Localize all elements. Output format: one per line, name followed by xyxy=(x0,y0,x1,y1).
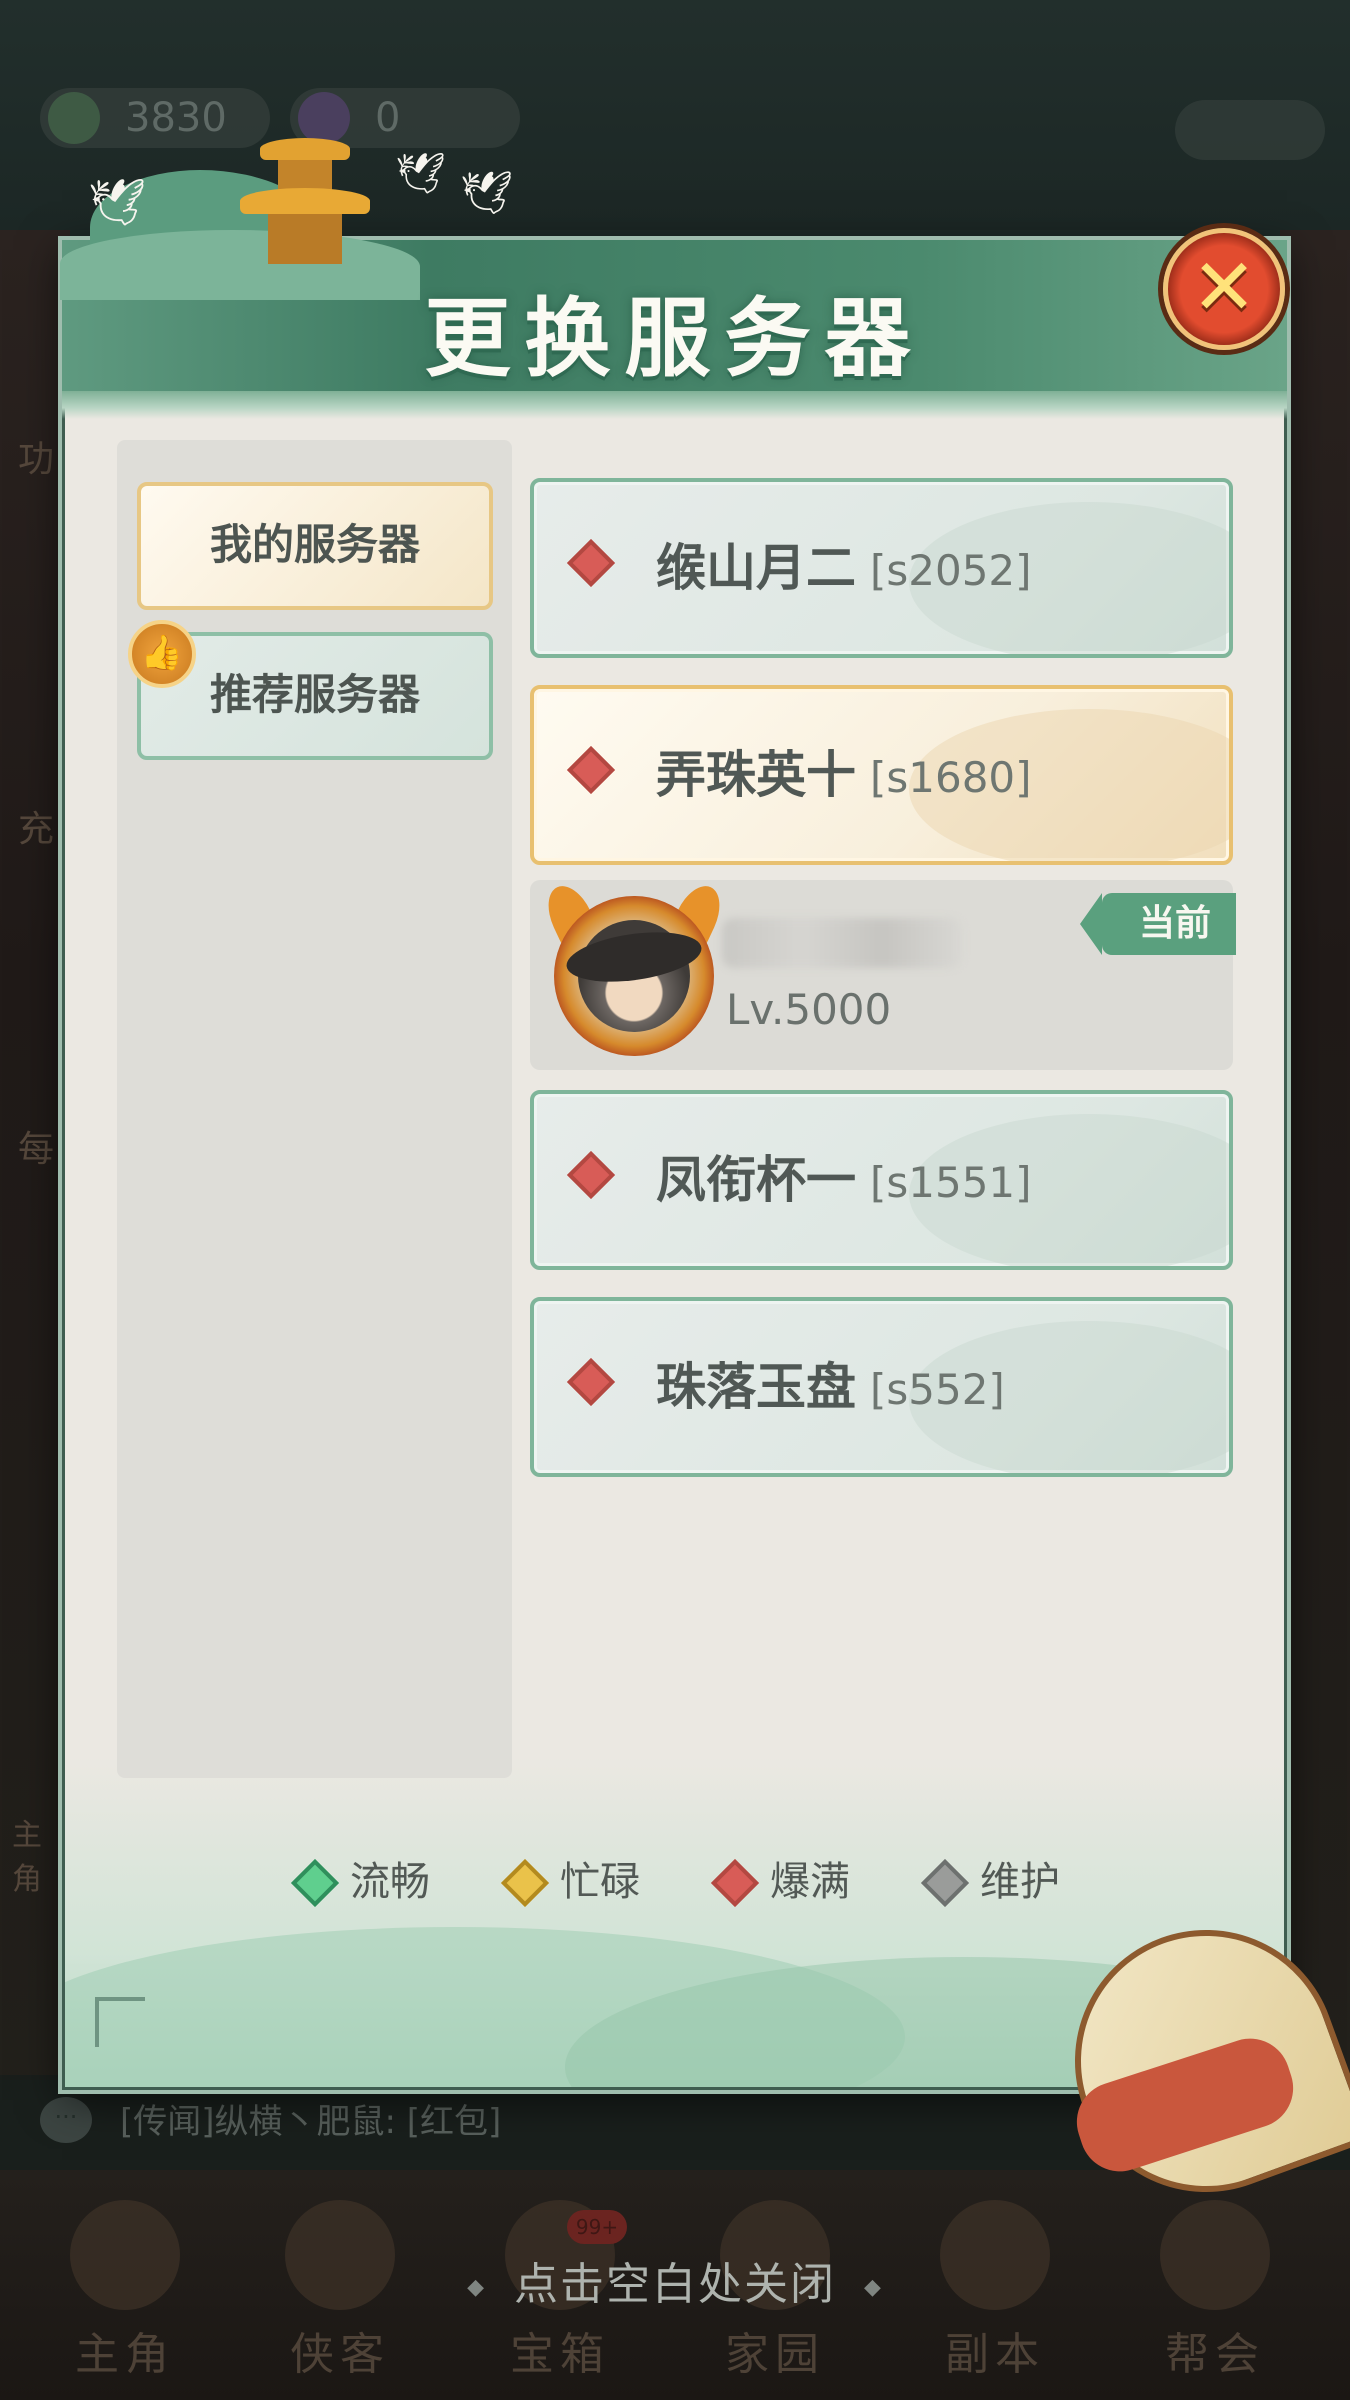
server-item[interactable]: 珠落玉盘 [s552] xyxy=(530,1297,1233,1477)
folding-fan-icon xyxy=(1038,1893,1350,2229)
server-code: [s1551] xyxy=(870,1158,1032,1207)
status-full-icon xyxy=(566,538,616,588)
background-right-sidebar xyxy=(1280,230,1350,2080)
status-full-icon xyxy=(566,745,616,795)
diamond-dot-icon: ◆ xyxy=(467,2274,486,2300)
server-item-selected[interactable]: 弄珠英十 [s1680] xyxy=(530,685,1233,865)
server-name: 缑山月二 xyxy=(656,539,856,597)
status-full-icon xyxy=(710,1858,760,1908)
bird-icon: 🕊 xyxy=(88,175,147,229)
server-item[interactable]: 缑山月二 [s2052] xyxy=(530,478,1233,658)
thumbs-up-icon: 👍 xyxy=(128,620,196,688)
character-level: Lv.5000 xyxy=(726,985,892,1034)
dialog-title: 更换服务器 xyxy=(424,288,925,389)
side-text: 每 xyxy=(18,1129,55,1170)
status-maintenance-icon xyxy=(920,1858,970,1908)
nav-badge: 99+ xyxy=(567,2210,627,2244)
server-name: 弄珠英十 xyxy=(656,746,856,804)
current-server-tag: 当前 xyxy=(1080,893,1236,955)
bird-icon: 🕊 xyxy=(395,151,446,197)
character-avatar-icon xyxy=(539,878,729,1062)
status-full-icon xyxy=(566,1357,616,1407)
diamond-dot-icon: ◆ xyxy=(864,2274,883,2300)
tap-blank-to-close-hint[interactable]: ◆ 点击空白处关闭 ◆ xyxy=(0,2248,1350,2312)
background-top-right-button xyxy=(1175,100,1325,160)
background-left-sidebar: 功 充 每 主角 xyxy=(0,230,70,2080)
server-name: 珠落玉盘 xyxy=(656,1358,856,1416)
blurred-character-name xyxy=(722,918,962,968)
side-text: 功 xyxy=(18,439,55,480)
resource-counter-1: 3830 xyxy=(40,88,270,148)
server-item[interactable]: 凤衔杯一 [s1551] xyxy=(530,1090,1233,1270)
server-code: [s2052] xyxy=(870,546,1032,595)
status-busy-icon xyxy=(500,1858,550,1908)
close-x-icon: ✕ xyxy=(1191,243,1257,333)
chat-bubble-icon: ··· xyxy=(40,2097,92,2143)
side-text: 充 xyxy=(18,809,55,850)
server-code: [s1680] xyxy=(870,753,1032,802)
pagoda-icon xyxy=(240,118,370,268)
close-button[interactable]: ✕ xyxy=(1163,228,1285,350)
resource-icon xyxy=(48,92,100,144)
server-status-legend: 流畅 忙碌 爆满 维护 xyxy=(290,1852,1090,1912)
status-full-icon xyxy=(566,1150,616,1200)
bird-icon: 🕊 xyxy=(460,168,514,217)
tab-my-servers[interactable]: 我的服务器 xyxy=(137,482,493,610)
status-smooth-icon xyxy=(290,1858,340,1908)
corner-ornament xyxy=(95,1997,145,2047)
server-name: 凤衔杯一 xyxy=(656,1151,856,1209)
server-code: [s552] xyxy=(870,1365,1005,1414)
